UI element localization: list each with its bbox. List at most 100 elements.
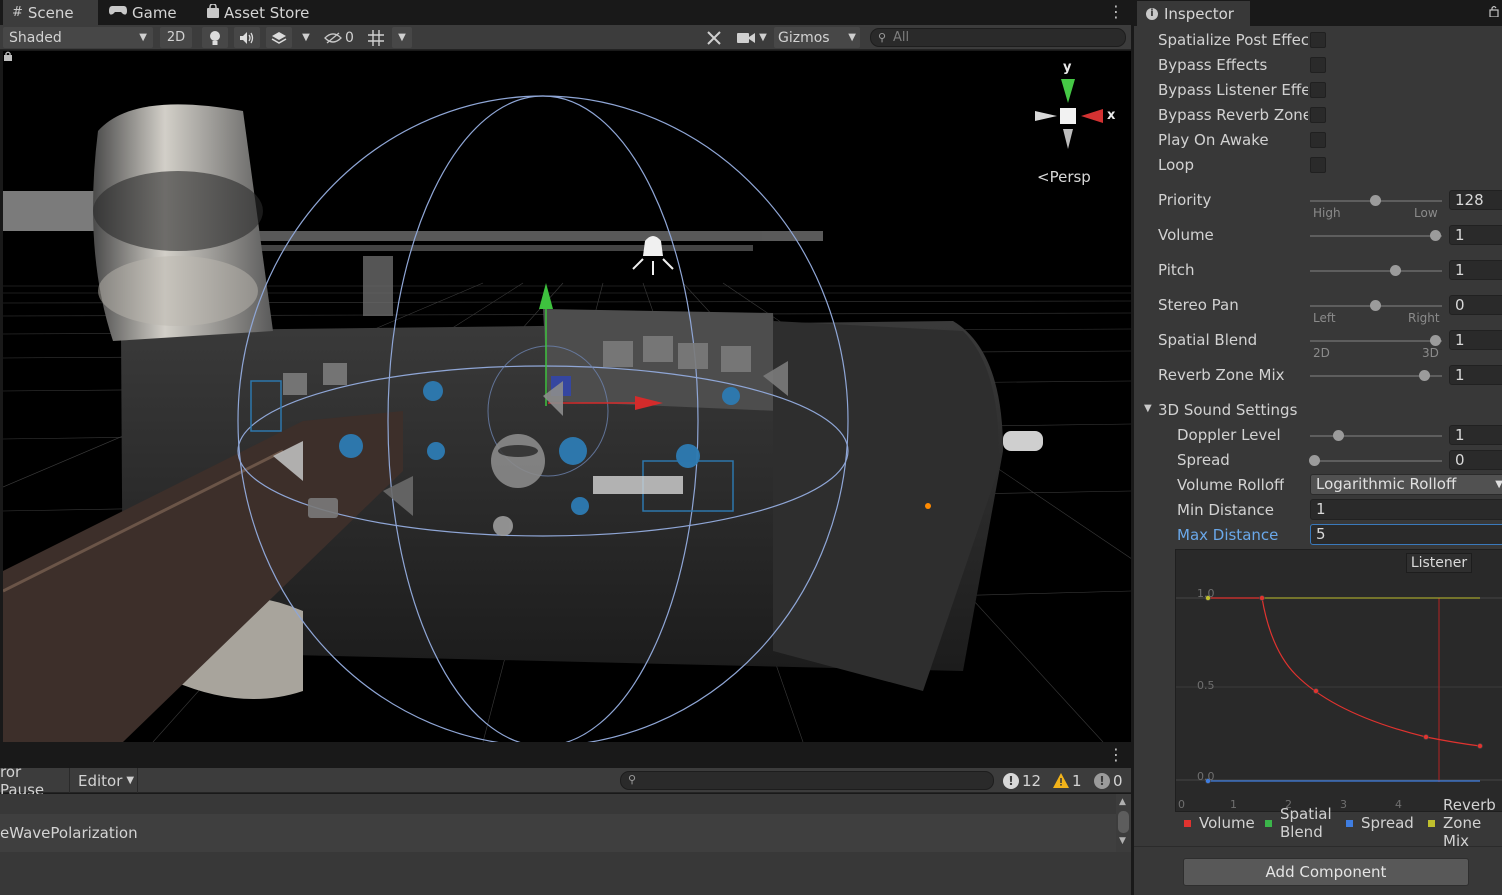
camera-settings-button[interactable]: ▼ bbox=[732, 27, 772, 48]
log-count-toggle[interactable]: ! 12 bbox=[1003, 770, 1041, 791]
projection-label: Persp bbox=[1049, 168, 1091, 186]
console-header: ⋮ bbox=[0, 743, 1131, 768]
console-log-entry[interactable]: eWavePolarization bbox=[0, 814, 1116, 852]
doppler-level-slider[interactable] bbox=[1310, 435, 1442, 437]
rolloff-curve-graph[interactable]: Listener 1.0 0.5 0.0 0 1 2 3 4 bbox=[1175, 549, 1502, 812]
max-distance-label: Max Distance bbox=[1177, 526, 1279, 544]
scene-menu-dots-icon[interactable]: ⋮ bbox=[1108, 2, 1124, 22]
inspector-panel: i Inspector Spatialize Post Effects Bypa… bbox=[1133, 0, 1502, 895]
spatial-blend-field[interactable]: 1 bbox=[1449, 330, 1502, 350]
pitch-slider[interactable] bbox=[1310, 270, 1442, 272]
spread-slider-thumb[interactable] bbox=[1309, 455, 1320, 466]
lighting-toggle-button[interactable] bbox=[202, 27, 228, 48]
hash-icon: # bbox=[12, 5, 23, 20]
gizmo-axis-y-label[interactable]: y bbox=[1063, 60, 1071, 75]
3d-sound-settings-foldout[interactable]: 3D Sound Settings bbox=[1158, 401, 1297, 419]
scene-search-input[interactable]: ⚲ All bbox=[870, 28, 1126, 47]
bypass-effects-checkbox[interactable] bbox=[1310, 57, 1326, 73]
priority-slider-thumb[interactable] bbox=[1369, 195, 1381, 206]
warning-icon bbox=[1053, 773, 1069, 788]
legend-swatch bbox=[1265, 820, 1272, 827]
legend-spread[interactable]: Spread bbox=[1346, 814, 1414, 832]
pitch-slider-thumb[interactable] bbox=[1390, 265, 1402, 276]
legend-spatial-blend[interactable]: Spatial Blend bbox=[1265, 805, 1335, 841]
editor-target-label: Editor bbox=[78, 771, 123, 790]
audio-toggle-button[interactable] bbox=[234, 27, 260, 48]
shading-mode-dropdown[interactable]: Shaded ▼ bbox=[3, 27, 153, 48]
chevron-down-icon: ▼ bbox=[848, 32, 856, 43]
console-scrollbar[interactable]: ▲ ▼ bbox=[1116, 794, 1131, 852]
pitch-field[interactable]: 1 bbox=[1449, 260, 1502, 280]
hidden-objects-toggle[interactable]: 0 bbox=[320, 27, 358, 48]
play-on-awake-checkbox[interactable] bbox=[1310, 132, 1326, 148]
error-count: 0 bbox=[1113, 771, 1123, 790]
scroll-up-icon[interactable]: ▲ bbox=[1119, 797, 1126, 807]
warning-count-toggle[interactable]: 1 bbox=[1053, 770, 1082, 791]
spatialize-post-effects-checkbox[interactable] bbox=[1310, 32, 1326, 48]
tab-game-label: Game bbox=[132, 3, 177, 22]
effects-dropdown-button[interactable]: ▼ bbox=[296, 27, 316, 48]
chevron-down-icon: ▼ bbox=[139, 32, 147, 43]
lock-icon[interactable] bbox=[3, 51, 13, 61]
scene-search-placeholder: All bbox=[893, 30, 910, 45]
grid-dropdown-button[interactable]: ▼ bbox=[392, 27, 412, 48]
editor-target-dropdown[interactable]: Editor ▼ bbox=[72, 768, 138, 793]
2d-toggle-button[interactable]: 2D bbox=[160, 27, 192, 48]
info-icon: ! bbox=[1003, 772, 1019, 789]
scroll-down-icon[interactable]: ▼ bbox=[1119, 836, 1126, 846]
scrollbar-thumb[interactable] bbox=[1118, 811, 1129, 833]
spatial-blend-slider[interactable] bbox=[1310, 340, 1442, 342]
spread-field[interactable]: 0 bbox=[1449, 450, 1502, 470]
doppler-level-field[interactable]: 1 bbox=[1449, 425, 1502, 445]
loop-checkbox[interactable] bbox=[1310, 157, 1326, 173]
legend-reverb-zone-mix[interactable]: Reverb Zone Mix bbox=[1428, 796, 1498, 850]
volume-rolloff-dropdown[interactable]: Logarithmic Rolloff ▼ bbox=[1310, 474, 1502, 495]
reverb-zone-mix-slider-thumb[interactable] bbox=[1419, 370, 1431, 381]
legend-volume[interactable]: Volume bbox=[1184, 814, 1255, 832]
doppler-level-slider-thumb[interactable] bbox=[1333, 430, 1345, 441]
projection-toggle[interactable]: <Persp bbox=[1037, 168, 1091, 186]
max-distance-field[interactable]: 5 bbox=[1310, 524, 1502, 545]
volume-field[interactable]: 1 bbox=[1449, 225, 1502, 245]
lock-icon[interactable] bbox=[1489, 5, 1499, 17]
gizmos-dropdown[interactable]: Gizmos ▼ bbox=[774, 27, 860, 48]
legend-swatch bbox=[1346, 820, 1353, 827]
tab-game[interactable]: Game bbox=[100, 0, 186, 25]
grid-snap-button[interactable] bbox=[364, 27, 388, 48]
tools-button[interactable] bbox=[702, 27, 726, 48]
reverb-zone-mix-field[interactable]: 1 bbox=[1449, 365, 1502, 385]
console-menu-dots-icon[interactable]: ⋮ bbox=[1108, 745, 1124, 765]
foldout-arrow-icon[interactable]: ▼ bbox=[1144, 403, 1152, 414]
error-count-toggle[interactable]: ! 0 bbox=[1094, 770, 1123, 791]
console-log-list[interactable]: eWavePolarization ▲ ▼ bbox=[0, 794, 1131, 895]
console-search-input[interactable]: ⚲ bbox=[620, 771, 994, 790]
min-distance-field[interactable]: 1 bbox=[1310, 499, 1502, 520]
x-tick-label: 3 bbox=[1340, 798, 1347, 811]
volume-rolloff-value: Logarithmic Rolloff bbox=[1316, 475, 1457, 493]
chevron-down-icon: ▼ bbox=[759, 32, 767, 43]
spatial-blend-slider-thumb[interactable] bbox=[1430, 335, 1441, 346]
volume-slider[interactable] bbox=[1310, 235, 1442, 237]
add-component-button[interactable]: Add Component bbox=[1183, 858, 1469, 886]
tab-inspector[interactable]: i Inspector bbox=[1137, 1, 1250, 26]
gizmo-axis-x-label[interactable]: x bbox=[1107, 108, 1115, 123]
tab-asset-store[interactable]: Asset Store bbox=[198, 0, 318, 25]
legend-volume-label: Volume bbox=[1199, 814, 1255, 832]
stereo-pan-field[interactable]: 0 bbox=[1449, 295, 1502, 315]
chevron-down-icon: ▼ bbox=[1495, 479, 1502, 490]
bypass-listener-effects-checkbox[interactable] bbox=[1310, 82, 1326, 98]
spread-slider[interactable] bbox=[1310, 460, 1442, 462]
stereo-pan-right-label: Right bbox=[1408, 311, 1440, 325]
priority-field[interactable]: 128 bbox=[1449, 190, 1502, 210]
light-bulb-icon bbox=[210, 30, 220, 45]
x-tick-label: 0 bbox=[1178, 798, 1185, 811]
error-pause-toggle[interactable]: ror Pause bbox=[0, 763, 70, 799]
volume-slider-thumb[interactable] bbox=[1430, 230, 1441, 241]
tab-asset-store-label: Asset Store bbox=[224, 3, 310, 22]
legend-reverb-zone-mix-label: Reverb Zone Mix bbox=[1443, 796, 1496, 850]
effects-toggle-button[interactable] bbox=[266, 27, 292, 48]
stereo-pan-slider-thumb[interactable] bbox=[1369, 300, 1381, 311]
scene-viewport[interactable]: y x <Persp bbox=[3, 51, 1131, 742]
tab-scene[interactable]: # Scene bbox=[3, 0, 98, 25]
bypass-reverb-zones-checkbox[interactable] bbox=[1310, 107, 1326, 123]
